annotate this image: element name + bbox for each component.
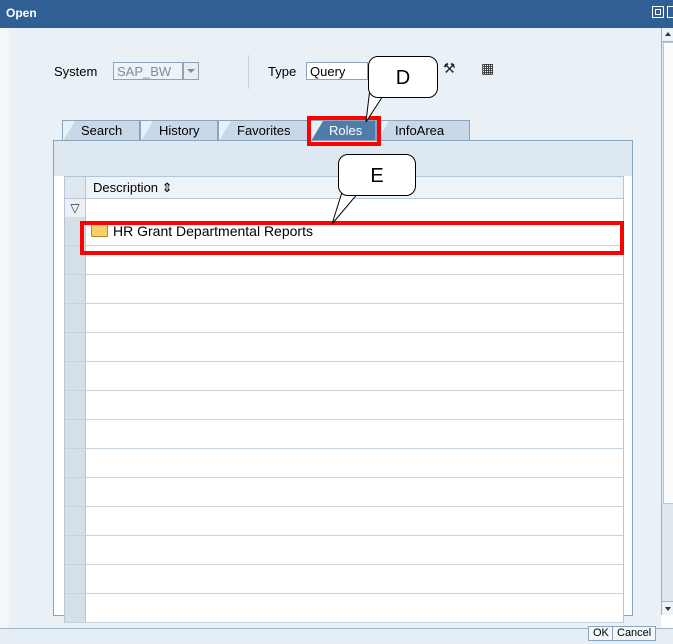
scroll-up-icon[interactable]	[662, 28, 673, 42]
tab-history[interactable]: History	[140, 120, 218, 141]
description-header[interactable]: Description ⇕	[93, 180, 173, 196]
row-header	[65, 507, 86, 535]
dialog-footer	[0, 628, 673, 644]
row-header	[65, 420, 86, 448]
table-row	[64, 594, 624, 623]
row-header	[65, 391, 86, 419]
scroll-down-icon[interactable]	[662, 601, 673, 615]
scrollbar-thumb[interactable]	[663, 42, 673, 504]
callout-d: D	[368, 56, 438, 98]
system-dropdown-button	[183, 62, 199, 80]
row-header	[65, 275, 86, 303]
window-title: Open	[6, 6, 37, 20]
type-label: Type	[268, 64, 297, 79]
list-view-icon[interactable]: ▦	[481, 60, 494, 77]
row-header	[65, 478, 86, 506]
table-row	[64, 478, 624, 507]
close-icon[interactable]	[667, 6, 673, 18]
row-header	[65, 449, 86, 477]
table-row	[64, 362, 624, 391]
table-row	[64, 333, 624, 362]
tab-favorites[interactable]: Favorites	[218, 120, 310, 141]
row-header	[65, 362, 86, 390]
table-row	[64, 420, 624, 449]
table-row	[64, 536, 624, 565]
table-row	[64, 449, 624, 478]
table-row	[64, 391, 624, 420]
table-row	[64, 565, 624, 594]
toolbar-separator	[248, 55, 249, 89]
callout-e: E	[338, 154, 416, 196]
select-all-corner[interactable]	[65, 177, 86, 198]
table-row	[64, 507, 624, 536]
window-left-edge	[0, 28, 9, 628]
filter-icon[interactable]: ▽	[65, 199, 86, 217]
title-bar: Open	[0, 0, 673, 28]
sort-icon[interactable]: ⇕	[162, 180, 173, 195]
tool-icon[interactable]: ⚒	[443, 60, 456, 77]
tab-search[interactable]: Search	[62, 120, 140, 141]
ok-button[interactable]: OK	[588, 626, 614, 641]
system-label: System	[54, 64, 98, 79]
row-header	[65, 565, 86, 593]
maximize-icon[interactable]	[652, 6, 664, 18]
row-header	[65, 536, 86, 564]
table-row	[64, 275, 624, 304]
type-field[interactable]: Query	[306, 62, 368, 80]
row-header	[65, 304, 86, 332]
vertical-scrollbar[interactable]	[661, 28, 673, 615]
row-header	[65, 333, 86, 361]
table-rows: HR Grant Departmental Reports	[64, 217, 624, 623]
table-row	[64, 304, 624, 333]
cancel-button[interactable]: Cancel	[612, 626, 657, 641]
system-field: SAP_BW	[113, 62, 183, 80]
row-highlight	[80, 221, 624, 255]
row-header	[65, 594, 86, 622]
